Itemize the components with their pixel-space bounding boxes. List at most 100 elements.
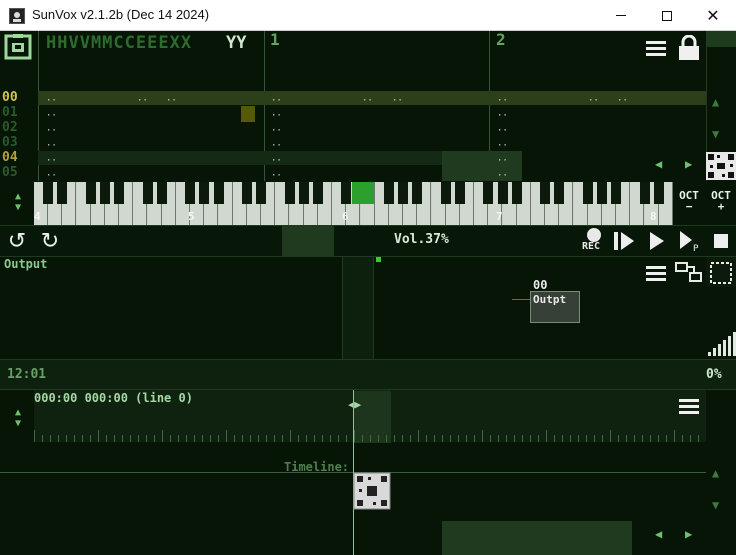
pattern-cell[interactable]: ·· bbox=[497, 112, 508, 121]
black-key[interactable] bbox=[199, 182, 210, 204]
pattern-cell[interactable]: ·· bbox=[271, 142, 282, 151]
black-key[interactable] bbox=[213, 182, 224, 204]
pattern-cell[interactable]: ·· bbox=[46, 172, 57, 181]
pattern-next-icon[interactable]: ▶ bbox=[685, 157, 692, 171]
level-meter-icon[interactable] bbox=[706, 328, 736, 358]
black-key[interactable] bbox=[185, 182, 196, 204]
play-pattern-button[interactable]: P bbox=[678, 230, 702, 252]
pattern-cell[interactable]: ·· bbox=[271, 97, 282, 106]
pattern-cell[interactable]: ·· bbox=[362, 97, 373, 106]
scroll-down-icon[interactable]: ▼ bbox=[712, 127, 719, 141]
black-key[interactable] bbox=[298, 182, 309, 204]
pattern-preview-icon[interactable] bbox=[706, 152, 736, 180]
black-key[interactable] bbox=[540, 182, 551, 204]
timeline-tick bbox=[634, 435, 635, 442]
black-key[interactable] bbox=[455, 182, 465, 204]
pattern-cell[interactable]: ·· bbox=[392, 97, 403, 106]
timeline-scrollbar[interactable] bbox=[706, 442, 736, 555]
pattern-cell[interactable]: ·· bbox=[46, 142, 57, 151]
timeline-tick bbox=[98, 430, 99, 442]
pattern-cell[interactable]: ·· bbox=[166, 97, 177, 106]
octave-up-button[interactable]: OCT + bbox=[706, 190, 736, 220]
black-key[interactable] bbox=[341, 182, 352, 204]
redo-icon: ↻ bbox=[40, 228, 60, 254]
pattern-prev-icon[interactable]: ◀ bbox=[655, 157, 662, 171]
pattern-cell[interactable]: ·· bbox=[497, 172, 508, 181]
maximize-button[interactable] bbox=[644, 0, 690, 31]
pattern-cell[interactable]: ·· bbox=[137, 97, 148, 106]
black-key[interactable] bbox=[597, 182, 607, 204]
black-key[interactable] bbox=[85, 182, 96, 204]
pattern-cell[interactable]: ·· bbox=[46, 127, 57, 136]
pattern-scroll-thumb[interactable] bbox=[707, 31, 736, 47]
black-key[interactable] bbox=[483, 182, 494, 204]
black-key[interactable] bbox=[384, 182, 394, 204]
pattern-cell[interactable]: ·· bbox=[271, 172, 282, 181]
scroll-down-icon[interactable]: ▼ bbox=[712, 498, 719, 512]
pattern-cell[interactable]: ·· bbox=[46, 97, 57, 106]
pattern-cell[interactable]: ·· bbox=[271, 112, 282, 121]
pattern-cell[interactable]: ·· bbox=[617, 97, 628, 106]
black-key[interactable] bbox=[653, 182, 664, 204]
lock-button[interactable] bbox=[674, 34, 704, 62]
piano-updown-icon[interactable]: ▲ ▼ bbox=[8, 191, 28, 213]
sunvox-logo-icon[interactable] bbox=[4, 34, 32, 60]
volume-label[interactable]: Vol.37% bbox=[394, 232, 449, 247]
module-menu-button[interactable] bbox=[641, 259, 671, 287]
black-key[interactable] bbox=[611, 182, 622, 204]
scroll-up-icon[interactable]: ▲ bbox=[712, 95, 719, 109]
black-key[interactable] bbox=[256, 182, 267, 204]
play-button[interactable] bbox=[645, 230, 669, 252]
black-key[interactable] bbox=[156, 182, 167, 204]
module-splitter[interactable] bbox=[342, 257, 374, 359]
black-key[interactable] bbox=[582, 182, 593, 204]
timeline-tick bbox=[314, 435, 315, 442]
play-from-start-button[interactable] bbox=[612, 230, 636, 252]
pattern-cell[interactable]: ·· bbox=[271, 127, 282, 136]
undo-button[interactable]: ↺ bbox=[4, 228, 30, 254]
record-button[interactable]: REC bbox=[580, 228, 608, 254]
redo-button[interactable]: ↻ bbox=[37, 228, 63, 254]
close-button[interactable]: ✕ bbox=[690, 0, 736, 31]
pattern-row-number: 00 bbox=[2, 90, 18, 105]
output-module[interactable]: Outpt bbox=[530, 291, 580, 323]
pattern-cell[interactable]: ·· bbox=[497, 157, 508, 166]
pattern-cell[interactable]: ·· bbox=[46, 157, 57, 166]
pattern-cell[interactable]: ·· bbox=[497, 142, 508, 151]
stop-icon bbox=[714, 234, 728, 248]
pattern-cell[interactable]: ·· bbox=[588, 97, 599, 106]
pattern-cell[interactable]: ·· bbox=[497, 127, 508, 136]
black-key[interactable] bbox=[440, 182, 451, 204]
pattern-cell[interactable]: ·· bbox=[271, 157, 282, 166]
playhead-marker-icon[interactable]: ◀▶ bbox=[348, 398, 361, 411]
black-key[interactable] bbox=[398, 182, 409, 204]
black-key[interactable] bbox=[511, 182, 522, 204]
timeline-prev-icon[interactable]: ◀ bbox=[655, 527, 662, 541]
black-key[interactable] bbox=[242, 182, 252, 204]
black-key[interactable] bbox=[114, 182, 125, 204]
black-key[interactable] bbox=[284, 182, 295, 204]
black-key[interactable] bbox=[142, 182, 153, 204]
scroll-up-icon[interactable]: ▲ bbox=[712, 466, 719, 480]
black-key[interactable] bbox=[497, 182, 508, 204]
timeline-next-icon[interactable]: ▶ bbox=[685, 527, 692, 541]
module-link-icon[interactable] bbox=[674, 259, 704, 287]
black-key[interactable] bbox=[43, 182, 54, 204]
black-key[interactable] bbox=[57, 182, 68, 204]
timeline-updown-icon[interactable]: ▲ ▼ bbox=[8, 407, 28, 429]
stop-button[interactable] bbox=[709, 230, 733, 252]
pattern-cell[interactable]: ·· bbox=[497, 97, 508, 106]
timeline-menu-button[interactable] bbox=[674, 392, 704, 420]
timeline-pattern-block[interactable] bbox=[353, 472, 391, 510]
octave-down-button[interactable]: OCT − bbox=[674, 190, 704, 220]
black-key[interactable] bbox=[639, 182, 650, 204]
pattern-menu-button[interactable] bbox=[641, 34, 671, 62]
pattern-cell[interactable]: ·· bbox=[46, 112, 57, 121]
black-key[interactable] bbox=[100, 182, 110, 204]
black-key[interactable] bbox=[554, 182, 565, 204]
black-key[interactable] bbox=[412, 182, 423, 204]
module-select-icon[interactable] bbox=[706, 259, 736, 287]
black-key[interactable] bbox=[313, 182, 323, 204]
minimize-button[interactable] bbox=[598, 0, 644, 31]
timeline-tick bbox=[114, 435, 115, 442]
